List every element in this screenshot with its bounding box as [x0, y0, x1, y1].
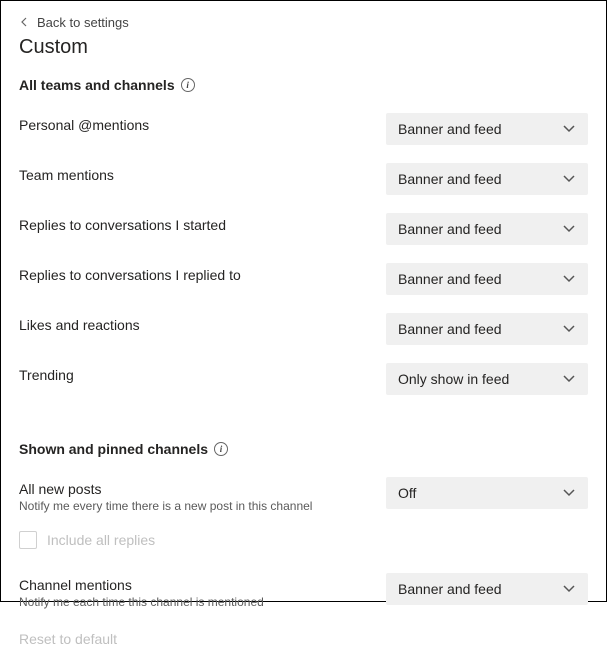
row-trending: Trending Only show in feed — [19, 363, 588, 395]
select-likes-reactions[interactable]: Banner and feed — [386, 313, 588, 345]
info-icon[interactable]: i — [214, 442, 228, 456]
select-replies-started[interactable]: Banner and feed — [386, 213, 588, 245]
label: Trending — [19, 367, 374, 383]
page-title: Custom — [19, 36, 588, 59]
label: Replies to conversations I started — [19, 217, 374, 233]
row-personal-mentions: Personal @mentions Banner and feed — [19, 113, 588, 145]
select-replies-replied[interactable]: Banner and feed — [386, 263, 588, 295]
row-replies-started: Replies to conversations I started Banne… — [19, 213, 588, 245]
section2-label: Shown and pinned channels — [19, 441, 208, 457]
chevron-down-icon — [562, 171, 576, 188]
chevron-down-icon — [562, 371, 576, 388]
select-trending[interactable]: Only show in feed — [386, 363, 588, 395]
chevron-down-icon — [562, 485, 576, 502]
row-team-mentions: Team mentions Banner and feed — [19, 163, 588, 195]
description: Notify me every time there is a new post… — [19, 499, 374, 513]
chevron-down-icon — [562, 581, 576, 598]
info-icon[interactable]: i — [181, 78, 195, 92]
row-likes-reactions: Likes and reactions Banner and feed — [19, 313, 588, 345]
section1-label: All teams and channels — [19, 77, 175, 93]
select-channel-mentions[interactable]: Banner and feed — [386, 573, 588, 605]
select-personal-mentions[interactable]: Banner and feed — [386, 113, 588, 145]
back-to-settings-link[interactable]: Back to settings — [19, 15, 588, 30]
select-value: Banner and feed — [398, 271, 502, 287]
label: Team mentions — [19, 167, 374, 183]
select-value: Banner and feed — [398, 321, 502, 337]
chevron-down-icon — [562, 221, 576, 238]
section-all-teams-title: All teams and channels i — [19, 77, 588, 93]
chevron-down-icon — [562, 271, 576, 288]
select-value: Banner and feed — [398, 171, 502, 187]
select-value: Banner and feed — [398, 581, 502, 597]
checkbox-icon — [19, 531, 37, 549]
chevron-down-icon — [562, 121, 576, 138]
row-channel-mentions: Channel mentions Notify me each time thi… — [19, 573, 588, 609]
reset-to-default-link[interactable]: Reset to default — [19, 631, 588, 647]
description: Notify me each time this channel is ment… — [19, 595, 374, 609]
select-all-new-posts[interactable]: Off — [386, 477, 588, 509]
chevron-down-icon — [562, 321, 576, 338]
row-all-new-posts: All new posts Notify me every time there… — [19, 477, 588, 513]
label: Replies to conversations I replied to — [19, 267, 374, 283]
label: All new posts — [19, 481, 374, 497]
section-shown-pinned-title: Shown and pinned channels i — [19, 441, 588, 457]
back-label: Back to settings — [37, 15, 129, 30]
select-value: Only show in feed — [398, 371, 509, 387]
chevron-left-icon — [19, 15, 29, 30]
include-all-replies-checkbox: Include all replies — [19, 531, 588, 549]
label: Likes and reactions — [19, 317, 374, 333]
select-value: Banner and feed — [398, 221, 502, 237]
row-replies-replied: Replies to conversations I replied to Ba… — [19, 263, 588, 295]
label: Channel mentions — [19, 577, 374, 593]
select-team-mentions[interactable]: Banner and feed — [386, 163, 588, 195]
label: Personal @mentions — [19, 117, 374, 133]
select-value: Banner and feed — [398, 121, 502, 137]
select-value: Off — [398, 485, 416, 501]
checkbox-label: Include all replies — [47, 532, 155, 548]
